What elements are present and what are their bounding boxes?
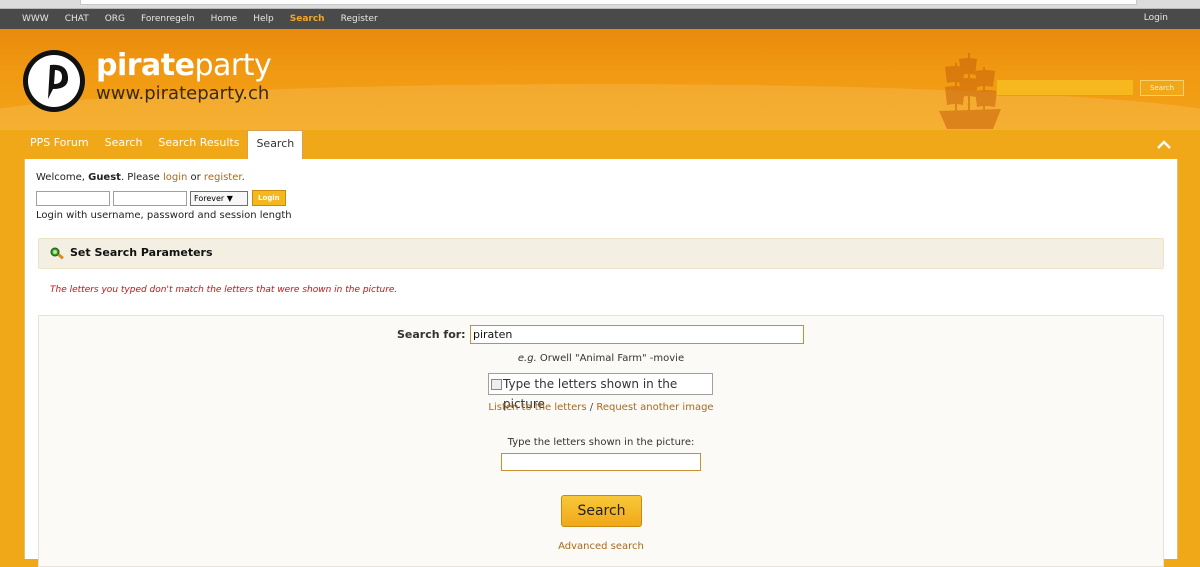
header-search-input[interactable]	[996, 79, 1134, 96]
top-nav-item-home[interactable]: Home	[211, 14, 238, 24]
main-panel: Welcome, Guest. Please login or register…	[24, 159, 1178, 567]
search-for-label: Search for:	[397, 328, 466, 341]
captcha-input-label: Type the letters shown in the picture:	[507, 437, 695, 448]
logo-text: pirateparty www.pirateparty.ch	[96, 48, 272, 105]
quick-login-form: Forever ▼ Login	[36, 190, 286, 206]
logo-wordmark: pirateparty	[96, 48, 272, 83]
welcome-message: Welcome, Guest. Please login or register…	[36, 172, 245, 183]
search-params-icon	[50, 247, 64, 260]
listen-letters-link[interactable]: Listen to the letters	[488, 402, 586, 413]
welcome-user: Guest	[88, 172, 121, 183]
tab-pps-forum-0[interactable]: PPS Forum	[22, 130, 97, 159]
top-nav-item-help[interactable]: Help	[253, 14, 274, 24]
captcha-links: Listen to the letters / Request another …	[39, 402, 1163, 413]
section-title: Set Search Parameters	[70, 246, 213, 259]
pirate-party-logo-icon	[23, 50, 85, 112]
tab-search-1[interactable]: Search	[97, 130, 151, 159]
welcome-prefix: Welcome,	[36, 172, 89, 183]
quick-login-button[interactable]: Login	[252, 190, 286, 206]
top-nav-item-chat[interactable]: CHAT	[65, 14, 89, 24]
logo-word-party: party	[194, 48, 272, 83]
request-another-image-link[interactable]: Request another image	[596, 402, 713, 413]
search-for-input[interactable]: piraten	[470, 325, 804, 344]
login-help-text: Login with username, password and sessio…	[36, 210, 292, 221]
browser-chrome	[0, 0, 1200, 9]
tab-search-3[interactable]: Search	[247, 130, 304, 161]
welcome-middle: . Please	[120, 172, 163, 183]
password-field[interactable]	[113, 190, 187, 206]
advanced-search-link[interactable]: Advanced search	[39, 541, 1163, 552]
top-nav-item-www[interactable]: WWW	[22, 14, 49, 24]
address-bar[interactable]	[80, 0, 1137, 5]
captcha-image: Type the letters shown in the picture	[488, 373, 713, 411]
example-prefix: e.g.	[517, 353, 537, 364]
username-field[interactable]	[36, 190, 110, 206]
captcha-link-separator: /	[586, 402, 597, 413]
top-nav-items: WWW CHAT ORG Forenregeln Home Help Search Regis…	[14, 9, 386, 29]
top-nav-item-register[interactable]: Register	[341, 14, 378, 24]
top-nav-item-search[interactable]: Search	[290, 14, 325, 24]
forum-tabs: PPS Forum Search Search Results Search	[22, 130, 304, 161]
welcome-or: or	[187, 172, 204, 183]
broken-image-icon	[491, 379, 502, 390]
session-length-select[interactable]: Forever ▼	[190, 190, 248, 206]
top-nav-login-link[interactable]: Login	[1144, 13, 1168, 23]
captcha-input[interactable]	[501, 453, 701, 471]
header-search-button[interactable]: Search	[1140, 80, 1184, 96]
search-submit-button[interactable]: Search	[561, 495, 642, 527]
top-navigation-bar: WWW CHAT ORG Forenregeln Home Help Search Regis…	[0, 9, 1200, 29]
pirate-ship-silhouette-icon	[939, 53, 1001, 129]
welcome-login-link[interactable]: login	[163, 172, 187, 183]
collapse-up-icon[interactable]	[1157, 140, 1171, 150]
captcha-error-message: The letters you typed don't match the le…	[50, 285, 398, 295]
logo-word-pirate: pirate	[96, 48, 195, 83]
top-nav-item-org[interactable]: ORG	[105, 14, 125, 24]
search-example: e.g. Orwell "Animal Farm" -movie	[39, 353, 1163, 364]
logo-url: www.pirateparty.ch	[96, 83, 270, 104]
tab-search-results-2[interactable]: Search Results	[150, 130, 247, 159]
welcome-suffix: .	[241, 172, 245, 183]
section-header: Set Search Parameters	[38, 238, 1164, 269]
example-text: Orwell "Animal Farm" -movie	[536, 353, 685, 364]
welcome-register-link[interactable]: register	[204, 172, 242, 183]
search-form: Search for: piraten e.g. Orwell "Animal …	[38, 315, 1164, 567]
top-nav-item-forenregeln[interactable]: Forenregeln	[141, 14, 195, 24]
